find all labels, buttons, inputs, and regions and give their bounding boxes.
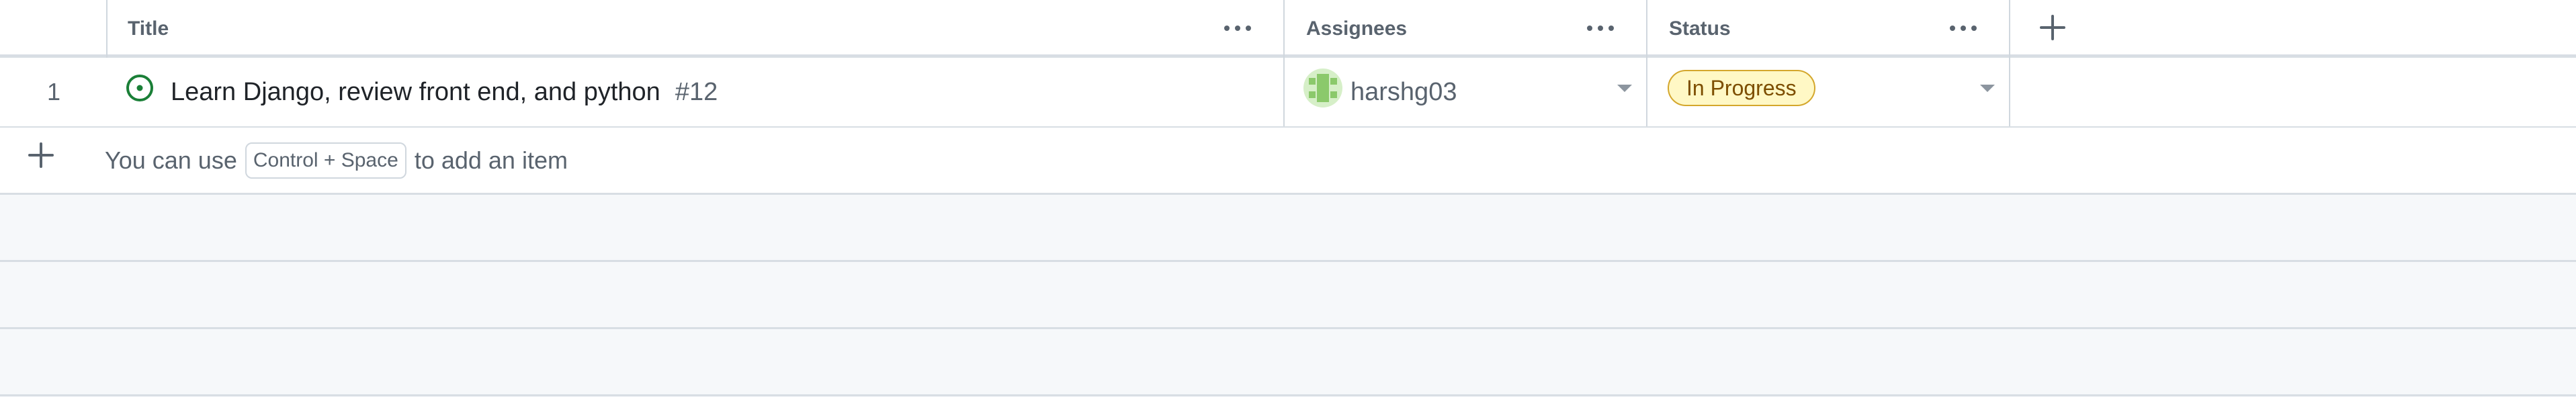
column-header-title[interactable]: Title xyxy=(108,0,1285,58)
title-cell[interactable]: Learn Django, review front end, and pyth… xyxy=(108,58,1285,126)
kebab-horizontal-icon[interactable] xyxy=(1580,15,1621,42)
triangle-down-icon[interactable] xyxy=(1617,85,1632,92)
add-item-row[interactable]: You can use Control + Space to add an it… xyxy=(0,128,2576,195)
assignee-name: harshg03 xyxy=(1350,77,1457,106)
empty-row xyxy=(0,195,2576,262)
plus-icon[interactable] xyxy=(26,140,56,171)
assignees-cell[interactable]: harshg03 xyxy=(1285,58,1647,126)
status-cell[interactable]: In Progress xyxy=(1647,58,2010,126)
issue-title: Learn Django, review front end, and pyth… xyxy=(171,77,660,106)
row-number: 1 xyxy=(46,78,61,105)
status-badge: In Progress xyxy=(1668,70,1815,106)
add-item-hint: You can use Control + Space to add an it… xyxy=(105,128,568,193)
column-header-assignees[interactable]: Assignees xyxy=(1285,0,1647,58)
add-item-hint-suffix: to add an item xyxy=(414,146,568,174)
empty-row xyxy=(0,329,2576,396)
table-row[interactable]: 1 Learn Django, review front end, and py… xyxy=(0,58,2576,128)
column-header-status[interactable]: Status xyxy=(1647,0,2010,58)
avatar xyxy=(1303,69,1342,107)
column-assignees-label: Assignees xyxy=(1306,17,1408,40)
triangle-down-icon[interactable] xyxy=(1980,85,1995,92)
column-title-label: Title xyxy=(128,17,169,40)
keyboard-shortcut: Control + Space xyxy=(245,142,406,179)
issue-title-link[interactable]: Learn Django, review front end, and pyth… xyxy=(171,58,718,126)
column-status-label: Status xyxy=(1669,17,1731,40)
kebab-horizontal-icon[interactable] xyxy=(1943,15,1983,42)
row-number-header xyxy=(0,0,108,58)
issue-opened-icon xyxy=(126,75,153,101)
issue-number: #12 xyxy=(675,77,718,106)
plus-icon[interactable] xyxy=(2037,12,2068,43)
add-item-hint-prefix: You can use xyxy=(105,146,237,174)
empty-row xyxy=(0,262,2576,329)
kebab-horizontal-icon[interactable] xyxy=(1217,15,1258,42)
table-header: Title Assignees Status xyxy=(0,0,2576,58)
